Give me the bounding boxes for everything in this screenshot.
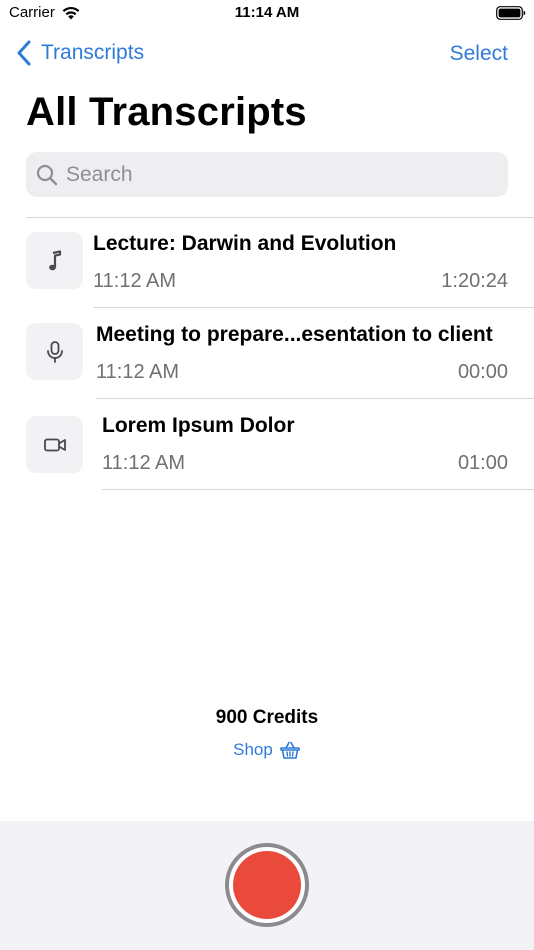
music-note-icon (48, 249, 61, 270)
transcript-duration: 01:00 (457, 452, 508, 474)
basket-icon (280, 741, 300, 759)
navigation-bar: Transcripts Select (0, 38, 534, 72)
row-divider (96, 398, 534, 399)
status-time: 11:14 AM (234, 4, 300, 21)
back-button[interactable]: Transcripts (16, 40, 144, 66)
video-camera-icon (43, 438, 66, 451)
chevron-left-icon (17, 40, 31, 66)
shop-button[interactable]: Shop (0, 739, 534, 761)
transcript-duration: 00:00 (457, 361, 508, 383)
transcript-title: Lecture: Darwin and Evolution (93, 232, 397, 255)
transcript-title: Lorem Ipsum Dolor (102, 414, 295, 437)
record-indicator (233, 851, 301, 919)
credits-label: 900 Credits (215, 707, 319, 728)
page-title: All Transcripts (26, 90, 307, 134)
back-button-label: Transcripts (41, 41, 145, 64)
record-button[interactable] (225, 843, 309, 927)
transcript-row[interactable]: Meeting to prepare...esentation to clien… (0, 309, 534, 400)
transcript-time: 11:12 AM (93, 270, 177, 292)
transcript-thumbnail (26, 416, 83, 473)
transcript-time: 11:12 AM (102, 452, 186, 474)
status-bar: Carrier 11:14 AM (0, 0, 534, 28)
search-icon (36, 164, 58, 185)
transcript-time: 11:12 AM (96, 361, 180, 383)
transcript-title: Meeting to prepare...esentation to clien… (96, 323, 493, 346)
transcript-row[interactable]: Lecture: Darwin and Evolution 11:12 AM 1… (0, 218, 534, 309)
row-divider (93, 307, 534, 308)
transcript-row[interactable]: Lorem Ipsum Dolor 11:12 AM 01:00 (0, 400, 534, 491)
microphone-icon (46, 340, 63, 363)
row-divider (102, 489, 534, 490)
select-button[interactable]: Select (450, 42, 508, 66)
bottom-toolbar (0, 821, 534, 950)
shop-label: Shop (233, 740, 273, 759)
transcript-duration: 1:20:24 (441, 270, 508, 292)
transcript-thumbnail (26, 323, 83, 380)
search-bar[interactable] (26, 152, 508, 197)
transcript-thumbnail (26, 232, 83, 289)
search-input[interactable] (66, 162, 486, 187)
battery-icon (496, 6, 526, 20)
